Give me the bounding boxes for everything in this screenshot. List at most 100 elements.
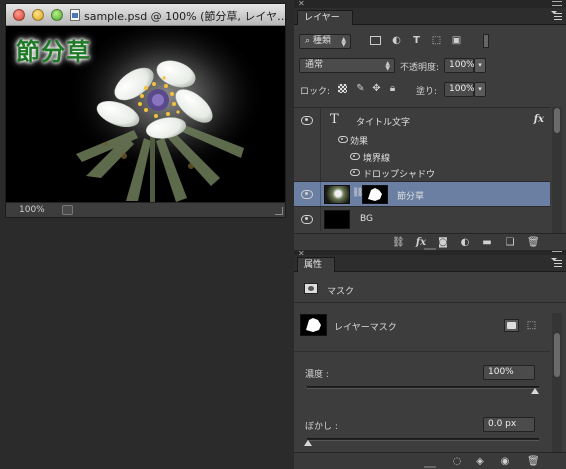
density-label: 濃度 : — [305, 370, 329, 380]
feather-field[interactable]: 0.0 px — [483, 417, 535, 432]
layer-row-title-text[interactable]: T タイトル文字 fx — [294, 107, 550, 131]
visibility-eye-icon[interactable] — [350, 153, 360, 160]
effect-name: 境界線 — [363, 154, 391, 164]
document-titlebar[interactable]: sample.psd @ 100% (節分草, レイヤ… — [6, 4, 288, 26]
blend-mode-dropdown[interactable]: 通常 ▲ ▼ — [299, 58, 395, 73]
close-icon[interactable]: ✕ — [298, 0, 305, 8]
fill-value: 100% — [449, 84, 475, 94]
properties-scrollbar[interactable] — [552, 313, 562, 453]
panel-menu-icon[interactable] — [551, 258, 562, 268]
chevron-down-icon[interactable]: ▾ — [474, 82, 486, 97]
new-group-icon[interactable]: ▬ — [481, 237, 493, 248]
density-slider-knob[interactable] — [531, 388, 539, 394]
document-statusbar: 100% — [6, 202, 285, 217]
tab-properties[interactable]: 属性 — [297, 257, 336, 272]
zoom-level[interactable]: 100% — [19, 205, 45, 215]
density-value: 100% — [488, 367, 514, 377]
lock-position-icon[interactable]: ✥ — [371, 83, 382, 94]
pixel-mask-icon[interactable] — [504, 319, 519, 332]
feather-slider-track[interactable] — [307, 438, 539, 441]
load-selection-icon[interactable]: ◌ — [451, 456, 463, 467]
shape-filter-icon[interactable]: ⬚ — [431, 35, 442, 46]
properties-tabbar: 属性 — [294, 255, 566, 272]
smart-object-filter-icon[interactable]: ▣ — [451, 35, 462, 46]
fx-icon[interactable]: fx — [415, 237, 427, 248]
filter-toggle-icon[interactable] — [483, 34, 489, 48]
effects-row[interactable]: 効果 — [294, 131, 550, 149]
layers-panel: レイヤー ⌕ 種類 ▲ ▼ ◐ T ⬚ ▣ 通常 ▲ ▼ 不透明度: 100% … — [294, 8, 566, 250]
apply-mask-icon[interactable]: ◈ — [474, 456, 486, 467]
layer-mask-row: レイヤーマスク ⬚ — [294, 313, 554, 345]
chevron-down-icon[interactable]: ▾ — [474, 58, 486, 73]
density-slider-track[interactable] — [307, 386, 539, 389]
mask-shape — [306, 318, 321, 332]
properties-panel: 属性 マスク レイヤーマスク ⬚ 濃度 : 100% ぼかし: 0.0 px … — [294, 255, 566, 469]
fill-label: 塗り: — [416, 87, 438, 97]
visibility-icon[interactable]: ◉ — [499, 456, 511, 467]
properties-header: マスク — [294, 273, 566, 303]
density-field[interactable]: 100% — [483, 365, 535, 380]
updown-arrows-icon: ▲ ▼ — [341, 36, 346, 48]
status-info-icon[interactable] — [62, 205, 73, 215]
adjustment-filter-icon[interactable]: ◐ — [391, 35, 402, 46]
lock-transparent-icon[interactable] — [338, 84, 347, 93]
collapse-icon[interactable] — [552, 1, 562, 6]
visibility-eye-icon[interactable] — [300, 116, 314, 125]
lock-fill-row: ロック: ✎ ✥ 🔒︎ 塗り: 100% ▾ — [294, 82, 566, 100]
fx-icon[interactable]: fx — [534, 114, 544, 125]
mask-thumbnail — [300, 314, 327, 336]
layer-name[interactable]: BG — [360, 214, 373, 224]
mask-thumbnail[interactable] — [362, 185, 388, 204]
minimize-icon[interactable] — [32, 9, 44, 21]
scrollbar-thumb[interactable] — [554, 333, 560, 377]
opacity-value: 100% — [449, 60, 475, 70]
layer-name[interactable]: タイトル文字 — [356, 115, 410, 128]
link-icon[interactable]: ⛓︎ — [392, 237, 405, 248]
new-layer-icon[interactable]: ❏ — [504, 237, 516, 248]
document-canvas[interactable]: 節分草 — [6, 26, 285, 204]
layer-name[interactable]: 節分草 — [397, 189, 424, 202]
close-icon[interactable] — [13, 9, 25, 21]
vector-mask-icon[interactable]: ⬚ — [525, 319, 538, 332]
lock-image-icon[interactable]: ✎ — [355, 83, 366, 94]
resize-grip-icon[interactable] — [424, 466, 436, 468]
trash-icon[interactable]: 🗑︎ — [527, 237, 540, 248]
adjustment-layer-icon[interactable]: ◐ — [459, 237, 471, 248]
add-mask-icon[interactable]: ◙ — [437, 237, 449, 248]
feather-slider-knob[interactable] — [304, 440, 312, 446]
layer-row-setsubunso[interactable]: ⛓︎ 節分草 — [294, 181, 550, 206]
image-filter-icon[interactable] — [370, 36, 381, 45]
document-file-icon — [70, 9, 80, 21]
zoom-icon[interactable] — [51, 9, 63, 21]
layers-dock-header[interactable]: ✕ — [294, 0, 566, 8]
document-window: sample.psd @ 100% (節分草, レイヤ… 節分草 100% — [5, 3, 288, 218]
lock-label: ロック: — [300, 87, 331, 97]
effect-item-stroke[interactable]: 境界線 — [294, 149, 550, 165]
properties-title: マスク — [327, 287, 355, 297]
visibility-eye-icon[interactable] — [338, 136, 348, 143]
layer-list: T タイトル文字 fx 効果 境界線 ドロップシャドウ ⛓︎ 節分草 BG — [294, 107, 550, 240]
fill-field[interactable]: 100% ▾ — [444, 82, 486, 97]
visibility-eye-icon[interactable] — [350, 169, 360, 176]
filter-kind-value: 種類 — [312, 36, 331, 46]
lock-all-icon[interactable]: 🔒︎ — [387, 83, 398, 94]
layers-scrollbar[interactable] — [552, 107, 562, 240]
resize-handle-icon[interactable] — [275, 207, 283, 215]
filter-kind-dropdown[interactable]: ⌕ 種類 ▲ ▼ — [299, 34, 351, 49]
feather-value: 0.0 px — [488, 419, 517, 429]
type-filter-icon[interactable]: T — [411, 35, 422, 46]
visibility-eye-icon[interactable] — [300, 215, 314, 224]
effect-item-drop-shadow[interactable]: ドロップシャドウ — [294, 165, 550, 181]
mask-name: レイヤーマスク — [334, 323, 397, 333]
feather-label: ぼかし : — [305, 422, 338, 432]
layers-tabbar: レイヤー — [294, 8, 566, 25]
panel-menu-icon[interactable] — [551, 11, 562, 21]
scrollbar-thumb[interactable] — [554, 108, 560, 133]
opacity-field[interactable]: 100% ▾ — [444, 58, 486, 73]
trash-icon[interactable]: 🗑︎ — [527, 456, 540, 467]
tab-layers[interactable]: レイヤー — [297, 10, 353, 25]
layer-row-bg[interactable]: BG — [294, 206, 550, 231]
visibility-eye-icon[interactable] — [300, 190, 314, 199]
opacity-label: 不透明度: — [400, 63, 440, 73]
mask-icon — [304, 283, 318, 294]
